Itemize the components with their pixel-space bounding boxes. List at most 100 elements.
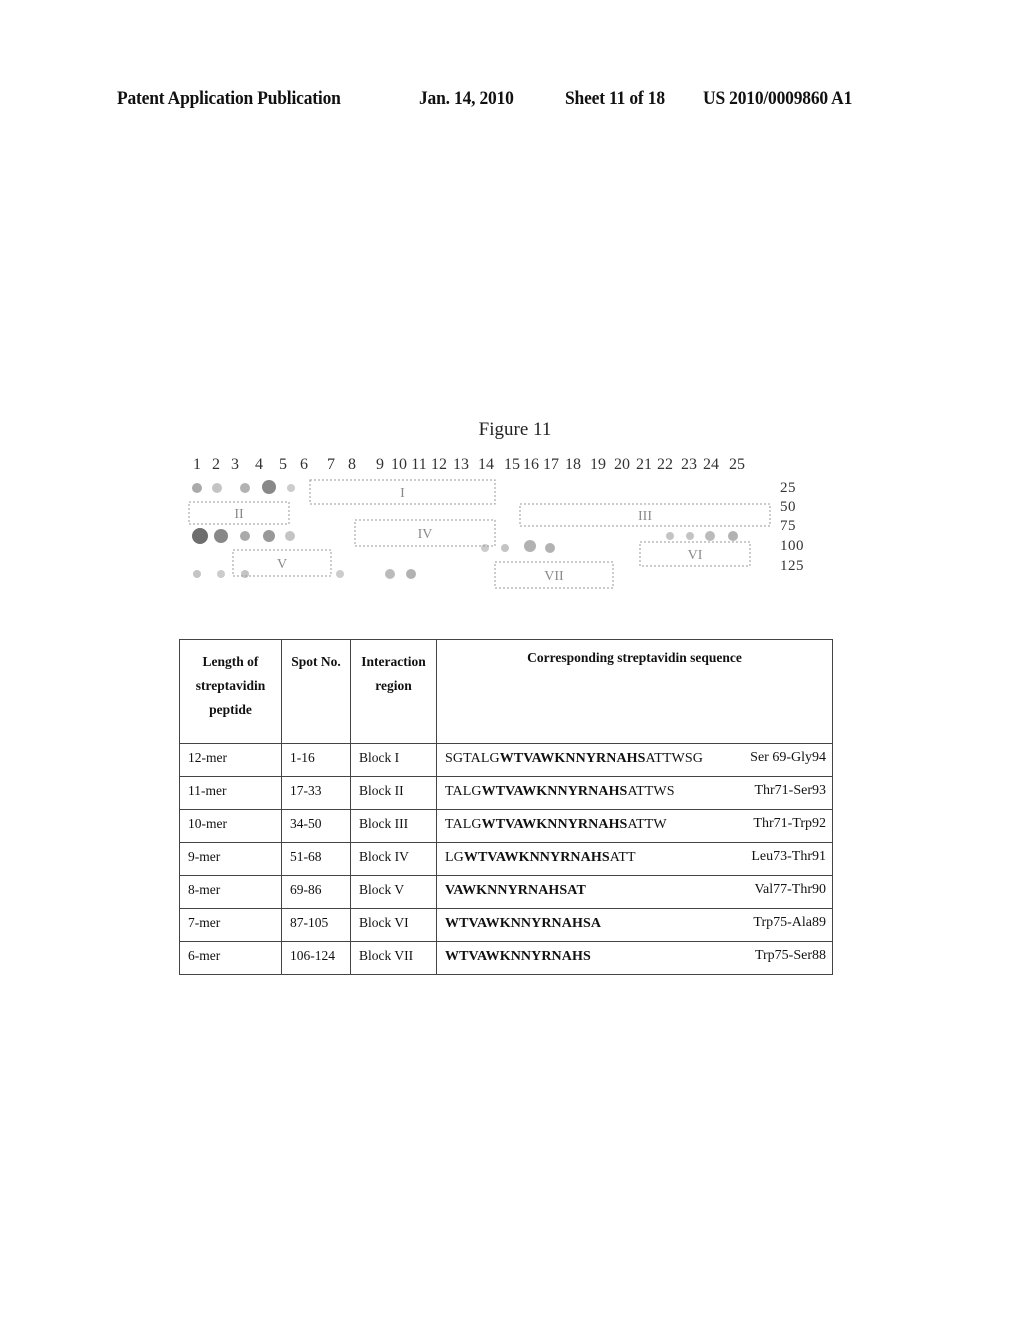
sequence-text: SGTALGWTVAWKNNYRNAHSATTWSG (445, 751, 703, 766)
cell-interaction-region: Block V (350, 875, 437, 909)
block-label: V (277, 557, 287, 572)
cell-spot-no: 17-33 (281, 776, 351, 810)
spot-row-label: 50 (780, 499, 796, 515)
sequence-suffix: ATTWS (627, 784, 675, 799)
cell-spot-no: 106-124 (281, 941, 351, 975)
peptide-spot (285, 531, 295, 541)
header-interaction-region: Interaction region (350, 639, 437, 744)
cell-spot-no: 34-50 (281, 809, 351, 843)
lane-number: 3 (231, 456, 239, 473)
header-region-line2: region (375, 678, 412, 693)
cell-interaction-region: Block VI (350, 908, 437, 942)
header-length-line3: peptide (209, 702, 252, 717)
patent-number: US 2010/0009860 A1 (703, 88, 853, 109)
peptide-spot (192, 483, 202, 493)
table-row: 6-mer 106-124 Block VII Trp75-Ser88 WTVAWKNN… (179, 941, 833, 975)
header-sequence: Corresponding streptavidin sequence (436, 639, 833, 744)
peptide-spot (524, 540, 536, 552)
sequence-text: WTVAWKNNYRNAHS (445, 949, 591, 964)
lane-number-row: 1 2 3 4 5 6 7 8 9 10 11 12 13 14 15 16 17 18 19 20 21 22 23 24 2… (190, 456, 790, 478)
block-label: I (400, 486, 405, 501)
peptide-spot (336, 570, 344, 578)
peptide-spot (728, 531, 738, 541)
peptide-spot (385, 569, 395, 579)
peptide-spot (241, 570, 249, 578)
lane-number: 23 (681, 456, 697, 473)
table-row: 8-mer 69-86 Block V Val77-Thr90 VAWKNNYRNAHS… (179, 875, 833, 909)
cell-sequence: Thr71-Trp92 TALGWTVAWKNNYRNAHSATTW (436, 809, 833, 843)
cell-sequence: Val77-Thr90 VAWKNNYRNAHSAT (436, 875, 833, 909)
spot-array-svg: III IIIIVVVIVII (188, 479, 771, 589)
peptide-spot (193, 570, 201, 578)
peptide-spot (240, 483, 250, 493)
sequence-text: LGWTVAWKNNYRNAHSATT (445, 850, 636, 865)
lane-number: 8 (348, 456, 356, 473)
peptide-spot (240, 531, 250, 541)
sequence-text: TALGWTVAWKNNYRNAHSATTW (445, 817, 667, 832)
lane-number: 19 (590, 456, 606, 473)
cell-sequence: Trp75-Ser88 WTVAWKNNYRNAHS (436, 941, 833, 975)
peptide-spot (406, 569, 416, 579)
sequence-core: WTVAWKNNYRNAHS (499, 751, 646, 766)
peptide-spot (192, 528, 208, 544)
peptide-spot (217, 570, 225, 578)
peptide-spot (666, 532, 674, 540)
table-row: 9-mer 51-68 Block IV Leu73-Thr91 LGWTVAWKNNY… (179, 842, 833, 876)
cell-spot-no: 87-105 (281, 908, 351, 942)
sequence-prefix: TALG (445, 784, 482, 799)
lane-number: 17 (543, 456, 559, 473)
lane-number: 4 (255, 456, 263, 473)
cell-length: 12-mer (179, 743, 282, 777)
sequence-text: VAWKNNYRNAHSAT (445, 883, 586, 898)
block-label: IV (418, 527, 433, 542)
table-row: 10-mer 34-50 Block III Thr71-Trp92 TALGWTVAW… (179, 809, 833, 843)
cell-sequence: Leu73-Thr91 LGWTVAWKNNYRNAHSATT (436, 842, 833, 876)
lane-number: 14 (478, 456, 494, 473)
peptide-spot (686, 532, 694, 540)
cell-length: 7-mer (179, 908, 282, 942)
residue-range: Trp75-Ser88 (754, 948, 826, 963)
peptide-spot (481, 544, 489, 552)
sequence-core: WTVAWKNNYRNAHS (481, 817, 628, 832)
header-spot-no: Spot No. (281, 639, 351, 744)
cell-interaction-region: Block II (350, 776, 437, 810)
sheet-number: Sheet 11 of 18 (565, 88, 665, 109)
sequence-text: WTVAWKNNYRNAHSA (445, 916, 601, 931)
sequence-suffix: ATT (609, 850, 636, 865)
lane-number: 18 (565, 456, 581, 473)
sequence-prefix: SGTALG (445, 751, 500, 766)
cell-interaction-region: Block I (350, 743, 437, 777)
sequence-prefix: TALG (445, 817, 482, 832)
cell-interaction-region: Block III (350, 809, 437, 843)
residue-range: Leu73-Thr91 (751, 849, 826, 864)
lane-number: 20 (614, 456, 630, 473)
cell-interaction-region: Block VII (350, 941, 437, 975)
residue-range: Thr71-Ser93 (754, 783, 826, 798)
header-length: Length of streptavidin peptide (179, 639, 282, 744)
residue-range: Ser 69-Gly94 (750, 750, 826, 765)
cell-length: 9-mer (179, 842, 282, 876)
peptide-spot-array-image: I II III IV V VI VII (185, 478, 785, 606)
sequence-core: WTVAWKNNYRNAHS (481, 784, 628, 799)
cell-sequence: Ser 69-Gly94 SGTALGWTVAWKNNYRNAHSATTWSG (436, 743, 833, 777)
publication-type: Patent Application Publication (117, 88, 341, 109)
table-header-row: Length of streptavidin peptide Spot No. … (179, 639, 833, 744)
peptide-spot (263, 530, 275, 542)
header-length-line2: streptavidin (195, 678, 266, 693)
header-length-line1: Length of (202, 654, 259, 669)
peptide-spot (262, 480, 276, 494)
lane-number: 6 (300, 456, 308, 473)
peptide-spot (287, 484, 295, 492)
sequence-prefix: LG (445, 850, 464, 865)
sequence-core: VAWKNNYRNAHSAT (445, 883, 586, 898)
figure-title: Figure 11 (478, 419, 552, 440)
cell-sequence: Thr71-Ser93 TALGWTVAWKNNYRNAHSATTWS (436, 776, 833, 810)
block-label: II (234, 507, 244, 522)
cell-spot-no: 51-68 (281, 842, 351, 876)
cell-length: 11-mer (179, 776, 282, 810)
cell-spot-no: 1-16 (281, 743, 351, 777)
residue-range: Thr71-Trp92 (753, 816, 826, 831)
cell-sequence: Trp75-Ala89 WTVAWKNNYRNAHSA (436, 908, 833, 942)
residue-range: Val77-Thr90 (754, 882, 826, 897)
block-label: VII (544, 569, 564, 584)
